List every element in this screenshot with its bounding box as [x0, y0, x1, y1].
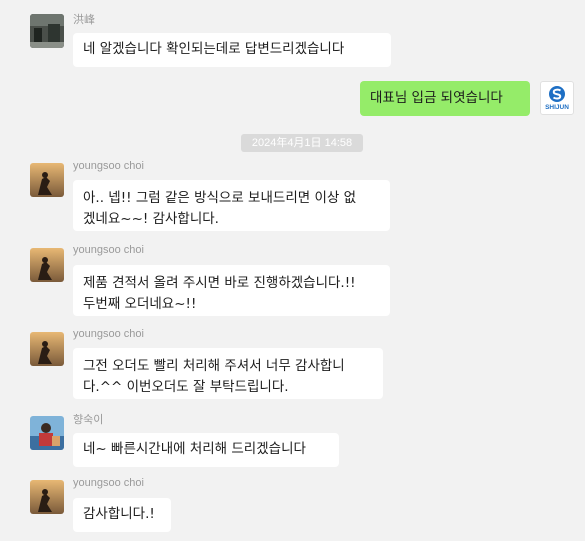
sender-name: 洪峰: [73, 14, 95, 26]
avatar-youngsoo-choi[interactable]: [30, 248, 64, 282]
shijun-logo-text: SHIJUN: [545, 104, 569, 111]
avatar-hongfeng-image: [30, 14, 64, 48]
message-bubble[interactable]: 네~ 빠른시간내에 처리해 드리겠습니다: [73, 433, 339, 467]
message-bubble[interactable]: 네 알겠습니다 확인되는데로 답변드리겠습니다: [73, 33, 391, 67]
sender-name: 향숙이: [73, 414, 104, 426]
message-text-line-2: 겠네요~~! 감사합니다.: [83, 211, 219, 227]
message-bubble[interactable]: 그전 오더도 빨리 처리해 주셔서 너무 감사합니 다.^^ 이번오더도 잘 부…: [73, 348, 383, 399]
message-bubble[interactable]: 제품 견적서 올려 주시면 바로 진행하겠습니다.!! 두번째 오더네요~!!: [73, 265, 390, 316]
timestamp: 2024年4月1日 14:58: [241, 134, 363, 152]
avatar-hyangsuk-image: [30, 416, 64, 450]
message-text-line-1: 제품 견적서 올려 주시면 바로 진행하겠습니다.!!: [83, 275, 356, 291]
avatar-youngsoo-choi-image: [30, 480, 64, 514]
message-text: 네 알겠습니다 확인되는데로 답변드리겠습니다: [83, 41, 345, 57]
message-bubble[interactable]: 아.. 넵!! 그럼 같은 방식으로 보내드리면 이상 없 겠네요~~! 감사합…: [73, 180, 390, 231]
sender-name: youngsoo choi: [73, 244, 144, 256]
message-text-line-2: 두번째 오더네요~!!: [83, 296, 197, 312]
avatar-hongfeng[interactable]: [30, 14, 64, 48]
message-bubble[interactable]: 감사합니다.!: [73, 498, 171, 532]
avatar-youngsoo-choi-image: [30, 332, 64, 366]
avatar-hyangsuk[interactable]: [30, 416, 64, 450]
sender-name: youngsoo choi: [73, 160, 144, 172]
avatar-self[interactable]: SHIJUN: [540, 81, 574, 115]
message-text: 감사합니다.!: [83, 506, 155, 522]
avatar-youngsoo-choi[interactable]: [30, 480, 64, 514]
outgoing-message-bubble[interactable]: 대표님 입금 되엿습니다: [360, 81, 530, 116]
message-text: 네~ 빠른시간내에 처리해 드리겠습니다: [83, 441, 306, 457]
sender-name: youngsoo choi: [73, 477, 144, 489]
message-text-line-1: 그전 오더도 빨리 처리해 주셔서 너무 감사합니: [83, 358, 345, 374]
message-text-line-1: 아.. 넵!! 그럼 같은 방식으로 보내드리면 이상 없: [83, 190, 357, 206]
avatar-youngsoo-choi-image: [30, 163, 64, 197]
message-text-line-2: 다.^^ 이번오더도 잘 부탁드립니다.: [83, 379, 289, 395]
message-text: 대표님 입금 되엿습니다: [370, 90, 503, 106]
avatar-youngsoo-choi-image: [30, 248, 64, 282]
avatar-youngsoo-choi[interactable]: [30, 163, 64, 197]
shijun-logo-icon: [549, 86, 565, 102]
sender-name: youngsoo choi: [73, 328, 144, 340]
avatar-youngsoo-choi[interactable]: [30, 332, 64, 366]
